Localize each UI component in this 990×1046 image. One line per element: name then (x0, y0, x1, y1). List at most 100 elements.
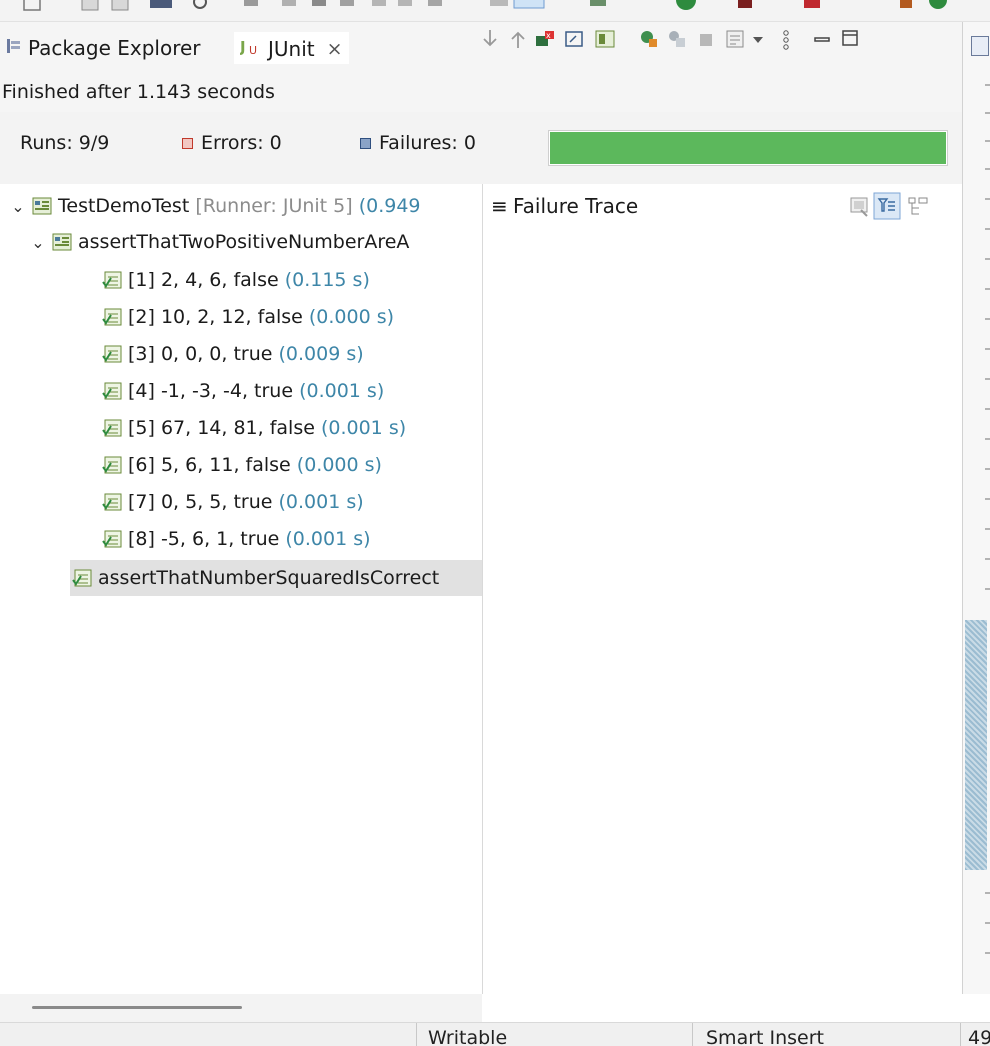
ruler-mark (985, 408, 990, 410)
test-method-name: assertThatNumberSquaredIsCorrect (98, 567, 440, 589)
test-case-label: [1] 2, 4, 6, false (128, 269, 279, 291)
test-case-label: [5] 67, 14, 81, false (128, 417, 315, 439)
ruler-mark (985, 952, 990, 954)
tree-test-method-selected[interactable]: assertThatNumberSquaredIsCorrect (70, 560, 482, 596)
status-bar: Writable Smart Insert 49 (0, 1022, 990, 1046)
run-status-text: Finished after 1.143 seconds (0, 72, 962, 112)
scroll-lock-icon[interactable] (564, 28, 588, 50)
test-progress-bar (548, 130, 948, 166)
tree-test-case[interactable]: [6] 5, 6, 11, false (0.000 s) (0, 447, 482, 483)
errors-counter: Errors: 0 (182, 132, 282, 154)
errors-label: Errors: (201, 132, 264, 154)
tree-test-case[interactable]: [3] 0, 0, 0, true (0.009 s) (0, 336, 482, 372)
tab-junit[interactable]: JU JUnit × (234, 32, 349, 64)
cursor-position-status: 49 (968, 1027, 990, 1046)
test-progress-fill (550, 132, 946, 164)
tree-test-case[interactable]: [7] 0, 5, 5, true (0.001 s) (0, 484, 482, 520)
test-run-history-icon[interactable] (594, 28, 618, 50)
failure-icon (360, 137, 371, 149)
test-passed-icon (102, 456, 122, 474)
ruler-mark (985, 168, 990, 170)
stop-test-icon[interactable] (696, 28, 716, 50)
view-menu-icon[interactable] (780, 28, 792, 52)
insert-mode-status[interactable]: Smart Insert (706, 1027, 824, 1046)
next-failure-icon[interactable] (480, 28, 500, 50)
test-tree[interactable]: ⌄ TestDemoTest [Runner: JUnit 5] (0.949 … (0, 184, 482, 994)
failure-trace-panel: ≡ Failure Trace (482, 184, 962, 994)
toolbar-icons[interactable] (0, 0, 990, 22)
tree-test-case[interactable]: [1] 2, 4, 6, false (0.115 s) (0, 262, 482, 298)
failure-trace-title: Failure Trace (513, 194, 639, 218)
ruler-mark (985, 288, 990, 290)
minimize-icon[interactable] (812, 32, 832, 48)
ruler-mark (985, 140, 990, 142)
editor-tab-icon[interactable] (971, 36, 989, 56)
chevron-down-icon[interactable] (752, 34, 764, 46)
test-method-name: assertThatTwoPositiveNumberAreA (78, 231, 410, 253)
test-time: (0.000 s) (308, 306, 395, 328)
test-case-label: [6] 5, 6, 11, false (128, 454, 291, 476)
test-time: (0.001 s) (285, 528, 371, 550)
ruler-mark (985, 258, 990, 260)
test-run-session-icon[interactable] (724, 28, 748, 50)
tab-package-explorer[interactable]: Package Explorer (6, 32, 201, 64)
compare-result-icon[interactable] (849, 196, 871, 218)
tree-test-case[interactable]: [2] 10, 2, 12, false (0.000 s) (0, 299, 482, 335)
package-explorer-icon (6, 36, 22, 60)
test-passed-icon (102, 530, 122, 548)
horizontal-scroll-thumb[interactable] (32, 1006, 242, 1009)
test-passed-icon (72, 569, 92, 587)
ruler-mark (985, 468, 990, 470)
test-case-label: [8] -5, 6, 1, true (128, 528, 280, 550)
ruler-mark (985, 438, 990, 440)
test-passed-icon (102, 493, 122, 511)
editor-overview-ruler[interactable] (962, 22, 990, 994)
filter-stack-trace-icon[interactable] (873, 192, 901, 220)
test-time: (0.115 s) (284, 269, 370, 291)
junit-icon: JU (239, 37, 262, 62)
ruler-mark (985, 84, 990, 86)
failures-label: Failures: (379, 132, 458, 154)
chevron-down-icon[interactable]: ⌄ (8, 197, 28, 216)
previous-failure-icon[interactable] (508, 28, 528, 50)
test-case-label: [7] 0, 5, 5, true (128, 491, 273, 513)
tree-test-method[interactable]: ⌄ assertThatTwoPositiveNumberAreA (0, 224, 482, 260)
test-time: (0.001 s) (278, 491, 364, 513)
view-tab-bar: Package Explorer JU JUnit × x (0, 22, 962, 72)
ruler-mark (985, 892, 990, 894)
tree-test-case[interactable]: [4] -1, -3, -4, true (0.001 s) (0, 373, 482, 409)
status-divider (692, 1023, 693, 1046)
tree-test-case[interactable]: [5] 67, 14, 81, false (0.001 s) (0, 410, 482, 446)
rerun-test-icon[interactable] (638, 28, 662, 50)
ruler-mark (985, 498, 990, 500)
chevron-down-icon[interactable]: ⌄ (28, 233, 48, 252)
test-passed-icon (102, 382, 122, 400)
show-failures-only-icon[interactable]: x (534, 28, 558, 50)
tree-test-case[interactable]: [8] -5, 6, 1, true (0.001 s) (0, 521, 482, 557)
ruler-mark (985, 588, 990, 590)
test-suite-icon (52, 233, 72, 251)
tree-root-test-class[interactable]: ⌄ TestDemoTest [Runner: JUnit 5] (0.949 (0, 188, 482, 224)
maximize-icon[interactable] (840, 28, 860, 48)
test-class-name: TestDemoTest (58, 195, 190, 217)
tree-horizontal-scrollbar[interactable] (0, 994, 482, 1022)
ruler-mark (985, 318, 990, 320)
runs-counter: Runs: 9/9 (20, 132, 109, 154)
test-time: (0.000 s) (296, 454, 382, 476)
errors-value: 0 (269, 132, 282, 154)
test-time: (0.001 s) (320, 417, 407, 439)
test-passed-icon (102, 308, 122, 326)
runs-value: 9/9 (78, 132, 110, 154)
failures-value: 0 (463, 132, 476, 154)
ruler-mark (985, 198, 990, 200)
ruler-mark (985, 528, 990, 530)
main-toolbar (0, 0, 990, 22)
tab-package-explorer-label: Package Explorer (28, 36, 201, 60)
ruler-mark (985, 558, 990, 560)
svg-text:x: x (546, 31, 551, 40)
close-icon[interactable]: × (327, 38, 343, 60)
test-passed-icon (102, 271, 122, 289)
rerun-failed-first-icon[interactable] (666, 28, 690, 50)
overview-scroll-thumb[interactable] (965, 620, 987, 870)
hierarchy-icon[interactable] (907, 196, 929, 218)
